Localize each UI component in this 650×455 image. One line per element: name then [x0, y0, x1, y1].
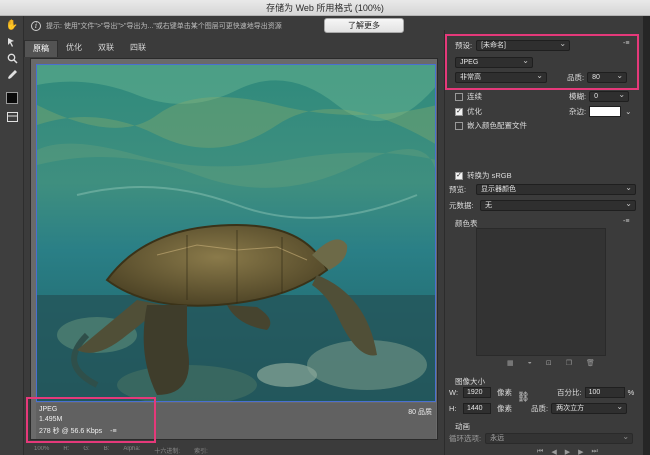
status-bar: 100% R: G: B: Alpha: 十六进制: 索引: [24, 446, 442, 455]
metadata-row: 元数据: 无 [449, 199, 636, 211]
color-table-menu-icon[interactable]: -≡ [623, 218, 629, 225]
turtle-photo [37, 65, 435, 401]
web-shift-icon[interactable]: ◒ [528, 359, 532, 367]
image-size-header: 图像大小 [455, 376, 485, 387]
animation-header: 动画 [455, 421, 470, 432]
constrain-proportions-icon[interactable]: ⛓ [517, 392, 530, 403]
info-icon: i [31, 21, 41, 31]
width-label: W: [449, 388, 459, 397]
optimized-row: ✓ 优化 [455, 106, 482, 117]
tab-optimized[interactable]: 优化 [58, 40, 90, 57]
hint-bar: i 提示: 使用"文件">"导出">"导出为..."或右键单击某个图层可更快速地… [24, 16, 442, 36]
highlight-presets [445, 34, 639, 90]
window-title: 存储为 Web 所用格式 (100%) [266, 3, 384, 13]
toggle-slices-icon[interactable] [5, 110, 19, 123]
info-quality: 80 品质 [408, 409, 432, 416]
play-icon[interactable]: ▶ [565, 448, 570, 455]
preview-label: 预览: [449, 185, 467, 194]
percent-label: 百分比: [557, 388, 582, 397]
preview-row: 预览: 显示器颜色 [449, 183, 636, 195]
map-color-icon[interactable]: ▦ [507, 359, 514, 367]
learn-more-button[interactable]: 了解更多 [324, 18, 404, 33]
readout-index: 索引: [194, 449, 208, 455]
window-titlebar: 存储为 Web 所用格式 (100%) [0, 0, 650, 16]
percent-row: 百分比: 100 % [557, 387, 634, 398]
next-frame-icon[interactable]: ▶ [578, 448, 583, 455]
optimized-checkbox[interactable]: ✓ [455, 107, 463, 116]
readout-g: G: [83, 446, 90, 452]
readout-alpha: Alpha: [123, 446, 141, 452]
zoom-level[interactable]: 100% [34, 446, 49, 455]
color-table[interactable] [476, 228, 606, 356]
width-row: W: 1920 像素 [449, 387, 512, 398]
percent-unit: % [627, 388, 635, 397]
readout-r: R: [63, 446, 70, 452]
hint-text: 提示: 使用"文件">"导出">"导出为..."或右键单击某个图层可更快速地导出… [46, 23, 282, 30]
preview-select[interactable]: 显示器颜色 [476, 183, 636, 195]
readout-hex: 十六进制: [154, 449, 181, 455]
slice-select-icon[interactable] [5, 36, 19, 49]
tab-4-up[interactable]: 四联 [122, 40, 154, 57]
color-table-header: 颜色表 [455, 218, 478, 229]
new-color-icon[interactable]: ❐ [566, 359, 572, 367]
highlight-info [26, 397, 156, 443]
matte-color-swatch[interactable] [589, 106, 622, 117]
width-field[interactable]: 1920 [463, 387, 491, 398]
color-table-tools: ▦ ◒ ⊡ ❐ 🗑 [507, 359, 595, 367]
height-label: H: [449, 404, 457, 413]
matte-row: 杂边: ⌄ [569, 106, 631, 117]
srgb-checkbox[interactable]: ✓ [455, 171, 463, 180]
panel-scrollbar[interactable] [643, 16, 650, 455]
height-unit: 像素 [497, 404, 512, 413]
image-size-label: 图像大小 [455, 377, 485, 386]
tool-panel: ✋ [0, 16, 24, 455]
animation-label: 动画 [455, 422, 470, 431]
matte-dropdown-icon[interactable]: ⌄ [625, 107, 631, 116]
tab-2-up[interactable]: 双联 [90, 40, 122, 57]
embed-profile-checkbox[interactable] [455, 121, 463, 130]
hand-icon[interactable]: ✋ [5, 19, 19, 32]
delete-color-icon[interactable]: 🗑 [586, 359, 595, 367]
progressive-label: 连续 [467, 92, 482, 101]
settings-panel: 预设: [未命名] -≡ JPEG 非常高 品质: 80 连续 模糊: 0 ✓ … [444, 30, 642, 455]
blur-label: 模糊: [569, 92, 587, 101]
previous-frame-icon[interactable]: ◀ [551, 448, 556, 455]
animation-controls: ⏮ ◀ ▶ ▶ ⏭ [537, 448, 598, 455]
zoom-icon[interactable] [5, 52, 19, 65]
first-frame-icon[interactable]: ⏮ [537, 448, 543, 455]
optimized-label: 优化 [467, 107, 482, 116]
loop-row: 循环选项: 永远 [449, 432, 634, 444]
blur-row: 模糊: 0 [569, 90, 630, 102]
lock-color-icon[interactable]: ⊡ [546, 359, 552, 367]
srgb-row: ✓ 转换为 sRGB [455, 170, 512, 181]
blur-field[interactable]: 0 [589, 90, 630, 102]
preview-area: JPEG 1.495M 278 秒 @ 56.6 Kbps -≡ 80 品质 [30, 58, 438, 440]
embed-profile-label: 嵌入颜色配置文件 [467, 121, 527, 130]
height-row: H: 1440 像素 [449, 403, 512, 414]
width-unit: 像素 [497, 388, 512, 397]
eyedropper-icon[interactable] [5, 68, 19, 81]
metadata-select[interactable]: 无 [480, 199, 636, 211]
loop-label: 循环选项: [449, 434, 482, 443]
resample-label: 品质: [531, 404, 549, 413]
progressive-row: 连续 [455, 91, 482, 102]
color-table-label: 颜色表 [455, 219, 478, 228]
embed-profile-row: 嵌入颜色配置文件 [455, 120, 527, 131]
view-tabs: 原稿 优化 双联 四联 [24, 40, 442, 57]
srgb-label: 转换为 sRGB [467, 171, 512, 180]
height-field[interactable]: 1440 [463, 403, 491, 414]
metadata-label: 元数据: [449, 201, 474, 210]
eyedropper-color-swatch[interactable] [6, 92, 18, 104]
resample-select[interactable]: 两次立方 [551, 402, 628, 414]
last-frame-icon[interactable]: ⏭ [591, 448, 597, 455]
percent-field[interactable]: 100 [584, 387, 625, 398]
progressive-checkbox[interactable] [455, 92, 463, 101]
tab-original[interactable]: 原稿 [24, 40, 58, 57]
preview-image[interactable] [36, 64, 436, 402]
loop-select[interactable]: 永远 [485, 432, 634, 444]
resample-row: 品质: 两次立方 [531, 402, 628, 414]
readout-b: B: [103, 446, 110, 452]
matte-label: 杂边: [569, 107, 587, 116]
